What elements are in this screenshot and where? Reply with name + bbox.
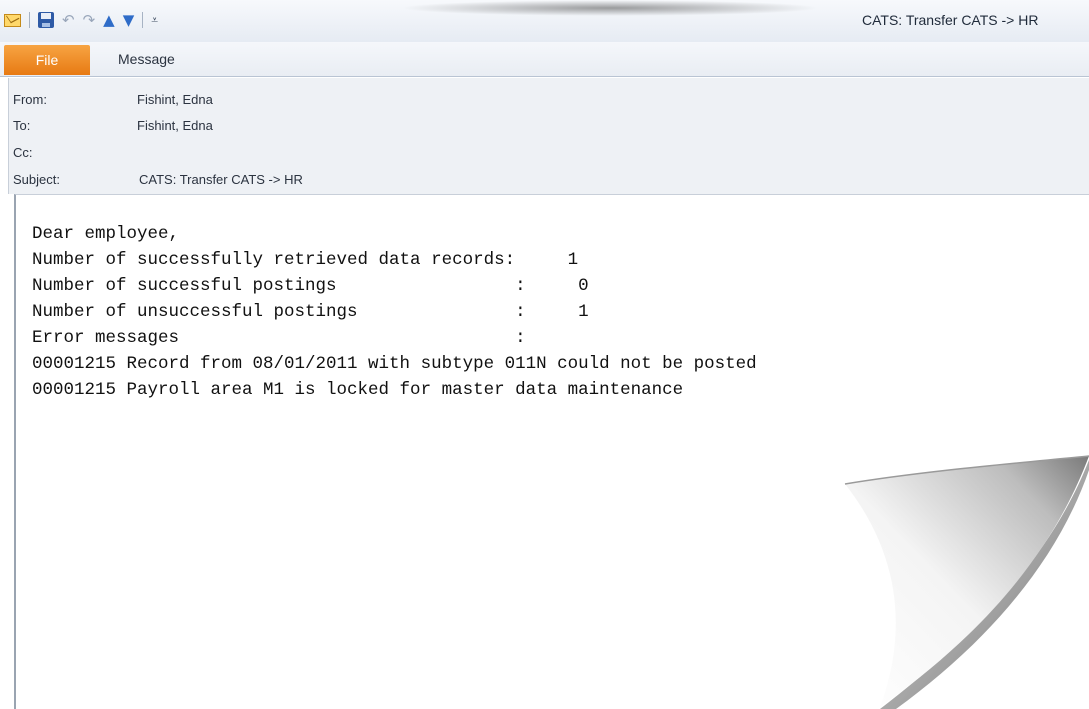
body-line: 00001215 Record from 08/01/2011 with sub… [32,354,757,374]
subject-value: CATS: Transfer CATS -> HR [139,172,303,187]
from-label: From: [13,92,47,107]
body-line: Number of unsuccessful postings : 1 [32,302,589,322]
tab-message[interactable]: Message [118,51,175,67]
quick-access-toolbar: ↶ ↷ ▲ ▼ ⩡ [4,10,158,30]
mail-icon[interactable] [4,13,21,27]
previous-item-icon[interactable]: ▲ [103,12,115,28]
message-header: From: Fishint, Edna To: Fishint, Edna Cc… [8,78,1089,194]
toolbar-separator [29,12,30,28]
title-bar: ↶ ↷ ▲ ▼ ⩡ CATS: Transfer CATS -> HR [0,0,1089,42]
body-line: Error messages : [32,328,526,348]
from-value[interactable]: Fishint, Edna [137,92,213,107]
tab-file[interactable]: File [4,45,90,75]
window-title: CATS: Transfer CATS -> HR [862,12,1039,28]
body-line: Number of successful postings : 0 [32,276,589,296]
body-line: 00001215 Payroll area M1 is locked for m… [32,380,684,400]
ribbon-tabs: File Message [0,42,1089,77]
subject-label: Subject: [13,172,60,187]
body-line: Dear employee, [32,224,180,244]
redo-icon[interactable]: ↷ [83,12,96,28]
undo-icon[interactable]: ↶ [62,12,75,28]
toolbar-separator [142,12,144,28]
message-body[interactable]: Dear employee, Number of successfully ret… [14,194,1089,709]
save-icon[interactable] [38,12,54,28]
next-item-icon[interactable]: ▼ [123,12,135,28]
to-label: To: [13,118,31,133]
to-value[interactable]: Fishint, Edna [137,118,213,133]
customize-toolbar-icon[interactable]: ⩡ [151,12,158,28]
blur-artifact [400,0,820,16]
body-line: Number of successfully retrieved data re… [32,250,579,270]
cc-label: Cc: [13,145,33,160]
message-text: Dear employee, Number of successfully ret… [32,221,757,403]
